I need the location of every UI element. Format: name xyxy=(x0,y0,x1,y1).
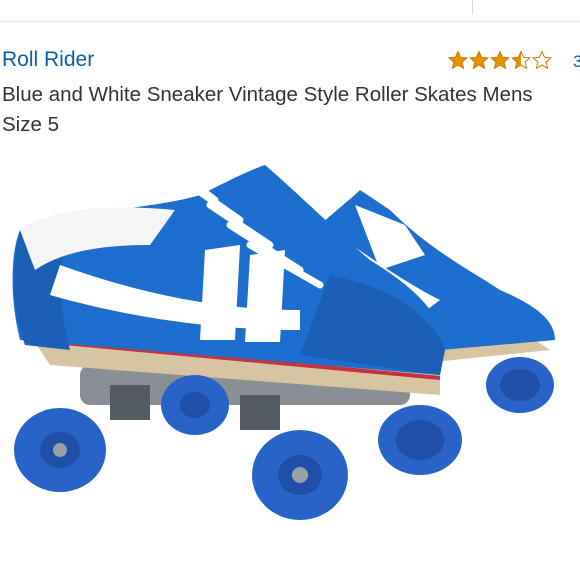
star-full-icon xyxy=(490,51,510,69)
star-full-icon xyxy=(469,51,489,69)
star-rating-icons xyxy=(448,51,552,69)
brand-link[interactable]: Roll Rider xyxy=(2,47,94,73)
product-title: Blue and White Sneaker Vintage Style Rol… xyxy=(2,83,533,136)
rear-skate-wheel xyxy=(378,405,462,475)
top-bar-bottom-border xyxy=(0,21,580,22)
top-bar-divider-tick xyxy=(472,0,473,14)
star-rating[interactable] xyxy=(448,48,552,72)
top-bar xyxy=(0,0,580,22)
star-empty-icon xyxy=(532,51,552,69)
roller-skates-photo xyxy=(12,165,555,520)
rear-skate-wheel xyxy=(486,357,554,413)
front-skate-wheel xyxy=(161,375,229,435)
star-half-icon xyxy=(511,51,531,69)
star-full-icon xyxy=(448,51,468,69)
front-skate-wheel xyxy=(14,408,106,492)
rating-count-link[interactable]: 3 xyxy=(573,52,580,72)
front-skate-wheel xyxy=(252,430,348,520)
